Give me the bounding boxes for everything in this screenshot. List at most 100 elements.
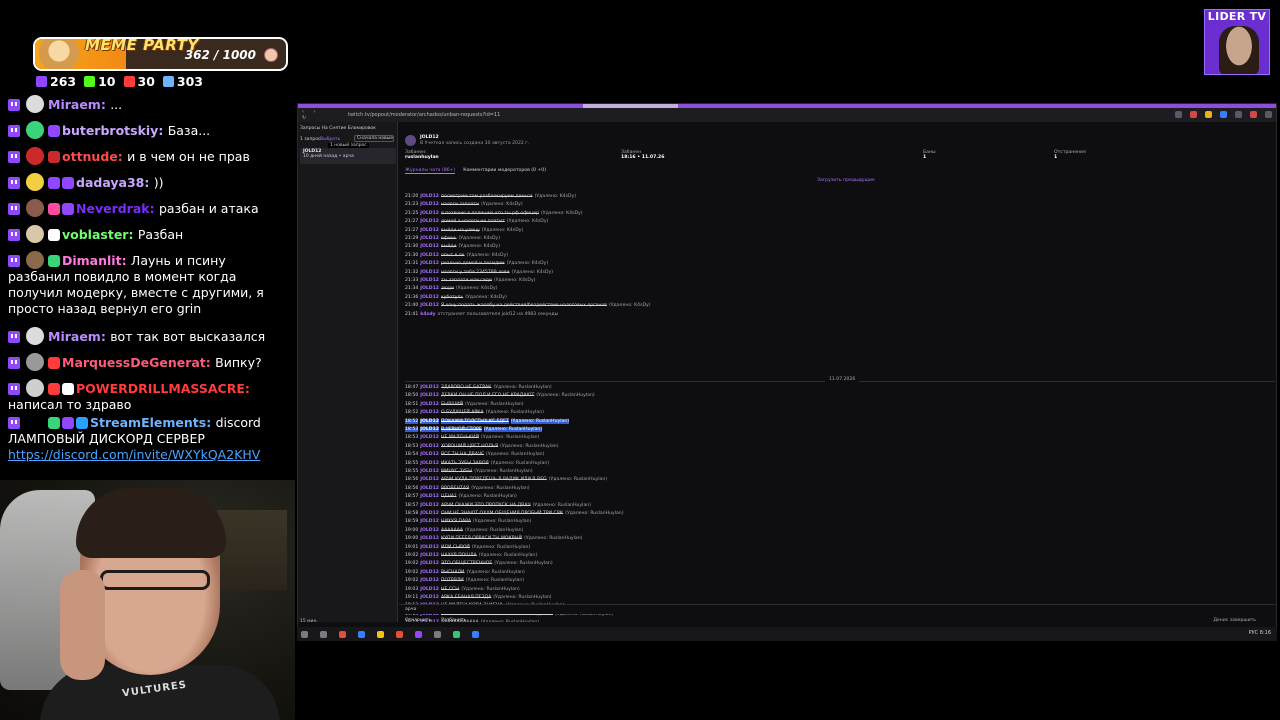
log-user[interactable]: JOLD12 xyxy=(420,553,439,558)
log-user[interactable]: JOLD12 xyxy=(420,385,439,390)
log-user[interactable]: JOLD12 xyxy=(420,244,439,249)
log-user[interactable]: JOLD12 xyxy=(420,211,439,216)
log-user[interactable]: JOLD12 xyxy=(420,452,439,457)
log-user[interactable]: JOLD12 xyxy=(420,444,439,449)
log-user[interactable]: JOLD12 xyxy=(420,595,439,600)
chat-nick[interactable]: Miraem: xyxy=(48,329,110,344)
app-icon[interactable] xyxy=(415,630,422,638)
log-user[interactable]: JOLD12 xyxy=(420,486,439,491)
requester-name[interactable]: JOLD12 xyxy=(420,135,439,140)
log-user[interactable]: JOLD12 xyxy=(420,270,439,275)
chat-nick[interactable]: voblaster: xyxy=(62,227,138,242)
log-line: 18:55 JOLD12 МИНУС ЗУБЫ (Удалено: RuslanHuy… xyxy=(405,468,533,476)
log-user[interactable]: JOLD12 xyxy=(420,295,439,300)
search-icon[interactable] xyxy=(320,630,327,638)
log-user[interactable]: JOLD12 xyxy=(420,536,439,541)
unban-button[interactable]: Разбанить xyxy=(441,618,466,624)
resolve-link[interactable]: Денис завершить xyxy=(1213,618,1256,623)
chat-input[interactable]: арча xyxy=(399,604,1276,614)
log-user[interactable]: JOLD12 xyxy=(420,477,439,482)
log-user[interactable]: JOLD12 xyxy=(420,278,439,283)
log-user[interactable]: JOLD12 xyxy=(420,494,439,499)
log-user[interactable]: JOLD12 xyxy=(420,528,439,533)
url-field[interactable]: twitch.tv/popout/moderator/archados/unba… xyxy=(348,112,500,118)
log-user[interactable]: JOLD12 xyxy=(420,228,439,233)
log-user[interactable]: k4sdy xyxy=(420,312,435,317)
menu-icon[interactable] xyxy=(1265,111,1272,118)
log-user[interactable]: JOLD12 xyxy=(420,253,439,258)
chat-nick[interactable]: Miraem: xyxy=(48,97,110,112)
log-note: (Удалено: RuslanHuylan) xyxy=(494,561,553,567)
tab-mod-comments[interactable]: Комментарии модераторов (0 +0) xyxy=(463,168,546,174)
log-line: 18:51 JOLD12 БЫВШИЙ (Удалено: RuslanHuylan) xyxy=(405,401,524,409)
log-user[interactable]: JOLD12 xyxy=(420,393,439,398)
log-user[interactable]: JOLD12 xyxy=(420,578,439,583)
log-user[interactable]: JOLD12 xyxy=(420,570,439,575)
log-user[interactable]: JOLD12 xyxy=(420,561,439,566)
log-user[interactable]: JOLD12 xyxy=(420,435,439,440)
log-user[interactable]: JOLD12 xyxy=(420,545,439,550)
log-user[interactable]: JOLD12 xyxy=(420,511,439,516)
detail-tabs: Журналы чата (86+) Комментарии модератор… xyxy=(405,168,546,174)
folder-icon[interactable] xyxy=(377,630,384,638)
log-time: 21:31 xyxy=(405,261,419,267)
app-icon[interactable] xyxy=(339,630,346,638)
log-user[interactable]: JOLD12 xyxy=(420,286,439,291)
log-user[interactable]: JOLD12 xyxy=(420,236,439,241)
log-user[interactable]: JOLD12 xyxy=(420,303,439,308)
app-icon[interactable] xyxy=(453,630,460,638)
log-user[interactable]: JOLD12 xyxy=(420,194,439,199)
log-user[interactable]: JOLD12 xyxy=(420,519,439,524)
app-icon[interactable] xyxy=(396,630,403,638)
search-icon[interactable] xyxy=(1175,111,1182,118)
twitch-icon xyxy=(8,357,20,369)
select-button[interactable]: Выбрать xyxy=(320,137,340,142)
log-user[interactable]: JOLD12 xyxy=(420,469,439,474)
log-user[interactable]: JOLD12 xyxy=(420,202,439,207)
log-time: 21:36 xyxy=(405,294,419,300)
sort-select[interactable]: Сначала новые xyxy=(354,135,394,142)
chat-nick[interactable]: Dimanlit: xyxy=(62,253,131,268)
log-user[interactable]: JOLD12 xyxy=(420,503,439,508)
avatar xyxy=(26,379,44,397)
chat-text: написал то здраво xyxy=(8,397,132,412)
chat-nick[interactable]: Neverdrak: xyxy=(76,201,159,216)
log-user[interactable]: JOLD12 xyxy=(420,427,439,432)
chat-nick[interactable]: ottnude: xyxy=(62,149,127,164)
extension-icon[interactable] xyxy=(1205,111,1212,118)
log-user[interactable]: JOLD12 xyxy=(420,219,439,224)
tab-chat-logs[interactable]: Журналы чата (86+) xyxy=(405,168,456,174)
extension-icon[interactable] xyxy=(1220,111,1227,118)
request-item[interactable]: JOLD12 10 дней назад • арча xyxy=(300,148,396,164)
app-icon[interactable] xyxy=(434,630,441,638)
chat-nick[interactable]: POWERDRILLMASSACRE: xyxy=(76,381,250,396)
log-user[interactable]: JOLD12 xyxy=(420,587,439,592)
discord-link[interactable]: https://discord.com/invite/WXYkQA2KHV xyxy=(8,447,260,462)
chat-nick[interactable]: StreamElements: xyxy=(90,415,216,430)
chat-nick[interactable]: buterbrotskiy: xyxy=(62,123,168,138)
log-user[interactable]: JOLD12 xyxy=(420,410,439,415)
load-previous-link[interactable]: Загрузить предыдущие xyxy=(817,178,875,183)
extension-icon[interactable] xyxy=(1250,111,1257,118)
log-line: 18:53 JOLD12 НЕ МАЛЕНЬКИЙ (Удалено: RuslanH… xyxy=(405,434,539,442)
log-line: 18:59 JOLD12 НИХУЯ ПАРА (Удалено: RuslanHuy… xyxy=(405,518,531,526)
badge-icon xyxy=(62,417,74,429)
log-time: 18:51 xyxy=(405,401,419,407)
log-user[interactable]: JOLD12 xyxy=(420,402,439,407)
log-user[interactable]: JOLD12 xyxy=(420,261,439,266)
log-user[interactable]: JOLD12 xyxy=(420,461,439,466)
app-icon[interactable] xyxy=(472,630,479,638)
log-deleted-text: ЗДАРОВО НЕ БАТРАК xyxy=(441,385,492,390)
reject-button[interactable]: Отклонить xyxy=(405,618,431,624)
extension-icon[interactable] xyxy=(1190,111,1197,118)
app-icon[interactable] xyxy=(358,630,365,638)
start-icon[interactable] xyxy=(301,630,308,638)
stat-vk: 30 xyxy=(123,74,155,89)
log-user[interactable]: JOLD12 xyxy=(420,418,439,424)
log-line: 19:02 JOLD12 ВЫГНАЛИ (Удалено: RuslanHuylan… xyxy=(405,569,525,577)
chat-nick[interactable]: dadaya38: xyxy=(76,175,154,190)
extension-icon[interactable] xyxy=(1235,111,1242,118)
action-bar: Отклонить Разбанить Денис завершить xyxy=(399,616,1276,626)
chat-nick[interactable]: MarquessDeGenerat: xyxy=(62,355,215,370)
nav-buttons[interactable]: ‹ › ↻ xyxy=(298,109,328,121)
